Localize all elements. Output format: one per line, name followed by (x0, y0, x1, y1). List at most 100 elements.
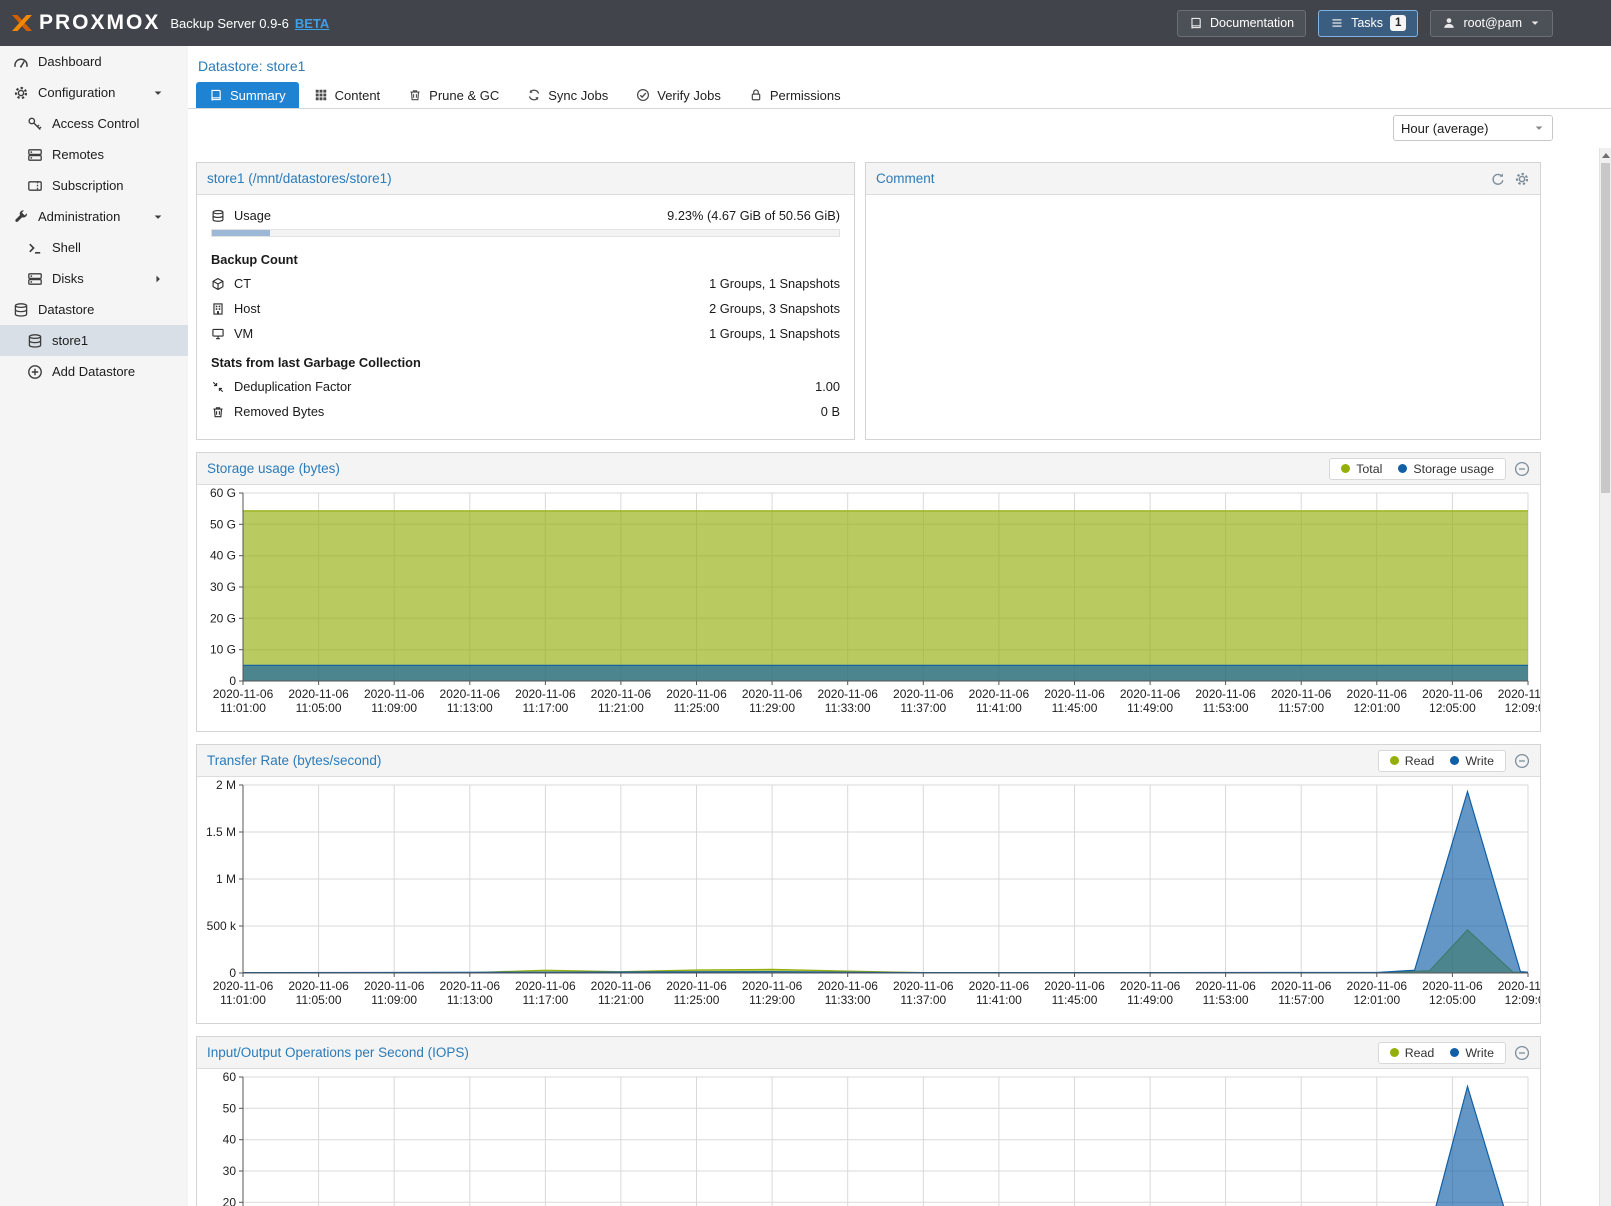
sidebar-item-label: Configuration (38, 85, 115, 100)
legend-item[interactable]: Read (1390, 1046, 1435, 1060)
scrollbar-thumb[interactable] (1601, 163, 1610, 493)
comment-text[interactable] (866, 195, 1540, 440)
panel-title: Input/Output Operations per Second (IOPS… (207, 1045, 469, 1060)
svg-text:2020-11-06: 2020-11-06 (1498, 687, 1540, 701)
refresh-icon[interactable] (1490, 171, 1506, 187)
gear-icon[interactable] (1514, 171, 1530, 187)
panel-header: Input/Output Operations per Second (IOPS… (197, 1037, 1540, 1069)
tab-sync-jobs[interactable]: Sync Jobs (514, 82, 621, 108)
sidebar-item-label: Add Datastore (52, 364, 135, 379)
usage-row: Usage 9.23% (4.67 GiB of 50.56 GiB) (211, 203, 840, 228)
svg-text:2020-11-06: 2020-11-06 (1195, 979, 1256, 993)
svg-text:12:01:00: 12:01:00 (1353, 993, 1400, 1007)
brand-text: PROXMOX (39, 11, 160, 35)
tab-label: Summary (230, 88, 286, 103)
svg-text:30 G: 30 G (210, 580, 236, 594)
top-bar: PROXMOX Backup Server 0.9-6 BETA Documen… (0, 0, 1611, 46)
legend-dot (1390, 756, 1399, 765)
svg-text:11:17:00: 11:17:00 (522, 701, 568, 715)
sidebar-item-label: Administration (38, 209, 120, 224)
vm-label: VM (234, 326, 253, 341)
svg-text:50 G: 50 G (210, 517, 236, 531)
building-icon (211, 302, 225, 316)
timeframe-select[interactable]: Hour (average) (1393, 115, 1553, 141)
proxmox-logo-icon (10, 11, 34, 35)
sidebar-item-subscription[interactable]: Subscription (0, 170, 188, 201)
dedup-factor-row: Deduplication Factor 1.00 (211, 374, 840, 399)
tab-permissions[interactable]: Permissions (736, 82, 854, 108)
scroll-up-button[interactable] (1600, 148, 1611, 162)
beta-link[interactable]: BETA (295, 16, 329, 31)
sidebar-item-label: Access Control (52, 116, 139, 131)
sidebar-item-shell[interactable]: Shell (0, 232, 188, 263)
sidebar-item-datastore[interactable]: Datastore (0, 294, 188, 325)
legend-label: Read (1405, 1046, 1435, 1060)
collapse-icon[interactable] (1514, 1045, 1530, 1061)
sidebar-item-dashboard[interactable]: Dashboard (0, 46, 188, 77)
chevron-down-icon[interactable] (152, 211, 164, 223)
wrench-icon (13, 209, 29, 225)
documentation-button[interactable]: Documentation (1177, 10, 1306, 37)
tab-content[interactable]: Content (301, 82, 394, 108)
svg-text:11:57:00: 11:57:00 (1278, 701, 1324, 715)
svg-text:2020-11-06: 2020-11-06 (1271, 979, 1332, 993)
legend-item[interactable]: Storage usage (1398, 462, 1494, 476)
sidebar-item-remotes[interactable]: Remotes (0, 139, 188, 170)
svg-text:20: 20 (223, 1195, 237, 1206)
tasks-label: Tasks (1351, 16, 1383, 30)
chart-toolbar: Hour (average) (188, 109, 1611, 147)
svg-text:11:13:00: 11:13:00 (447, 701, 493, 715)
proxmox-logo: PROXMOX (10, 11, 160, 35)
chevron-right-icon[interactable] (152, 273, 164, 285)
vertical-scrollbar[interactable] (1599, 148, 1611, 1206)
legend-item[interactable]: Write (1450, 754, 1494, 768)
topbar-actions: Documentation Tasks 1 root@pam (1177, 10, 1553, 37)
usage-label: Usage (234, 208, 271, 223)
tab-verify-jobs[interactable]: Verify Jobs (623, 82, 734, 108)
user-menu-button[interactable]: root@pam (1430, 10, 1553, 37)
svg-text:11:45:00: 11:45:00 (1052, 701, 1098, 715)
legend-label: Storage usage (1413, 462, 1494, 476)
sidebar-item-label: Remotes (52, 147, 104, 162)
gauge-icon (13, 54, 29, 70)
legend-item[interactable]: Total (1341, 462, 1382, 476)
svg-text:0: 0 (229, 966, 236, 980)
tasks-button[interactable]: Tasks 1 (1318, 10, 1418, 37)
sidebar-item-label: Shell (52, 240, 81, 255)
sidebar-item-disks[interactable]: Disks (0, 263, 188, 294)
legend-item[interactable]: Read (1390, 754, 1435, 768)
chevron-down-icon[interactable] (152, 87, 164, 99)
tab-summary[interactable]: Summary (196, 82, 299, 108)
svg-text:11:01:00: 11:01:00 (220, 993, 266, 1007)
legend-item[interactable]: Write (1450, 1046, 1494, 1060)
svg-text:60 G: 60 G (210, 486, 236, 500)
book-icon (1189, 16, 1203, 30)
collapse-icon[interactable] (1514, 753, 1530, 769)
svg-text:50: 50 (223, 1101, 237, 1115)
sidebar-item-administration[interactable]: Administration (0, 201, 188, 232)
panel-title: Transfer Rate (bytes/second) (207, 753, 381, 768)
sidebar-item-label: Datastore (38, 302, 94, 317)
svg-text:11:49:00: 11:49:00 (1127, 701, 1173, 715)
svg-text:11:29:00: 11:29:00 (749, 701, 795, 715)
trash-icon (211, 405, 225, 419)
page-title: Datastore: store1 (188, 46, 1611, 82)
svg-text:11:13:00: 11:13:00 (447, 993, 493, 1007)
grid-icon (314, 88, 328, 102)
svg-text:2020-11-06: 2020-11-06 (1044, 979, 1105, 993)
dedup-label: Deduplication Factor (234, 379, 351, 394)
sidebar-item-store1[interactable]: store1 (0, 325, 188, 356)
svg-text:2020-11-06: 2020-11-06 (893, 687, 954, 701)
svg-text:2020-11-06: 2020-11-06 (1044, 687, 1105, 701)
usage-progressbar (211, 229, 840, 237)
panel-header: Transfer Rate (bytes/second) Read Write (197, 745, 1540, 777)
tab-prune-gc[interactable]: Prune & GC (395, 82, 512, 108)
sidebar-item-access-control[interactable]: Access Control (0, 108, 188, 139)
svg-text:2020-11-06: 2020-11-06 (1347, 979, 1408, 993)
collapse-icon[interactable] (1514, 461, 1530, 477)
sidebar-item-configuration[interactable]: Configuration (0, 77, 188, 108)
sidebar-item-add-datastore[interactable]: Add Datastore (0, 356, 188, 387)
svg-text:2020-11-06: 2020-11-06 (288, 687, 349, 701)
svg-text:40 G: 40 G (210, 549, 236, 563)
svg-text:12:09:00: 12:09:00 (1505, 993, 1540, 1007)
